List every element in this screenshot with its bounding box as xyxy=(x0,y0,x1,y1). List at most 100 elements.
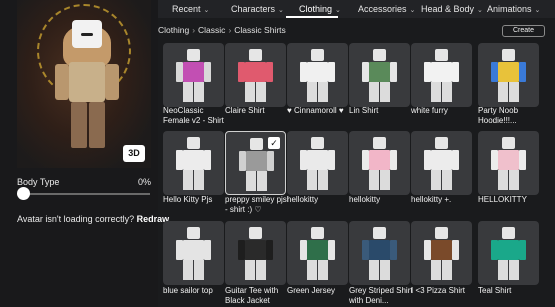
item-card[interactable] xyxy=(478,43,539,107)
item-name[interactable]: NeoClassic Female v2 - Shirt xyxy=(163,106,227,126)
figure-torso xyxy=(431,240,452,260)
item-card[interactable] xyxy=(225,43,286,107)
figure-head xyxy=(502,49,515,61)
body-type-slider-handle[interactable] xyxy=(17,187,30,200)
figure-leg xyxy=(307,82,317,102)
avatar-preview[interactable] xyxy=(17,0,151,168)
figure-head xyxy=(187,137,200,149)
item-card[interactable] xyxy=(349,43,410,107)
figure-arm xyxy=(176,240,183,260)
figure-head xyxy=(373,49,386,61)
item-name[interactable]: Green Jersey xyxy=(287,286,351,296)
figure-head xyxy=(187,227,200,239)
figure-leg xyxy=(318,260,328,280)
figure-leg xyxy=(307,170,317,190)
tab-head-body[interactable]: Head & Body ⌄ xyxy=(421,0,483,18)
figure-leg xyxy=(498,82,508,102)
item-name[interactable]: hellokitty xyxy=(287,195,351,205)
figure-head xyxy=(502,227,515,239)
figure-torso xyxy=(369,240,390,260)
tab-accessories[interactable]: Accessories ⌄ xyxy=(358,0,415,18)
tab-characters[interactable]: Characters ⌄ xyxy=(231,0,284,18)
body-type-label: Body Type xyxy=(17,177,60,187)
figure-leg xyxy=(431,260,441,280)
figure-torso xyxy=(307,62,328,82)
figure-torso xyxy=(307,150,328,170)
figure-arm xyxy=(491,150,498,170)
item-name[interactable]: Teal Shirt xyxy=(478,286,542,296)
redraw-prompt: Avatar isn't loading correctly? xyxy=(17,214,135,224)
item-card[interactable] xyxy=(163,221,224,285)
figure-leg xyxy=(498,170,508,190)
item-card[interactable] xyxy=(225,221,286,285)
chevron-right-icon: › xyxy=(192,25,196,35)
item-name[interactable]: Party Noob Hoodie!!!... xyxy=(478,106,542,126)
body-type-slider[interactable] xyxy=(20,193,150,195)
item-name[interactable]: hellokitty xyxy=(349,195,413,205)
item-card[interactable] xyxy=(411,131,472,195)
figure-arm xyxy=(519,62,526,82)
item-name[interactable]: ♥ Cinnamoroll ♥ xyxy=(287,106,351,116)
item-name[interactable]: Claire Shirt xyxy=(225,106,289,116)
figure-leg xyxy=(369,82,379,102)
item-name[interactable]: Hello Kitty Pjs xyxy=(163,195,227,205)
figure-torso xyxy=(369,150,390,170)
tab-recent[interactable]: Recent ⌄ xyxy=(172,0,209,18)
chevron-down-icon: ⌄ xyxy=(278,7,284,14)
breadcrumb-clothing[interactable]: Clothing xyxy=(158,25,189,35)
breadcrumb-classic[interactable]: Classic xyxy=(198,25,225,35)
figure-leg xyxy=(509,82,519,102)
tab-animations[interactable]: Animations ⌄ xyxy=(487,0,540,18)
item-card[interactable] xyxy=(349,131,410,195)
body-type-value: 0% xyxy=(138,177,152,187)
figure-leg xyxy=(431,82,441,102)
chevron-down-icon: ⌄ xyxy=(335,7,341,14)
view-3d-button[interactable]: 3D xyxy=(123,145,145,162)
create-button[interactable]: Create xyxy=(502,25,545,37)
item-name[interactable]: Grey Striped Shirt with Deni... xyxy=(349,286,413,306)
item-card[interactable] xyxy=(349,221,410,285)
figure-leg xyxy=(380,260,390,280)
figure-arm xyxy=(266,240,273,260)
item-card[interactable] xyxy=(411,43,472,107)
figure-arm xyxy=(239,151,246,171)
item-card[interactable] xyxy=(411,221,472,285)
item-card[interactable] xyxy=(287,43,348,107)
figure-arm xyxy=(519,240,526,260)
figure-head xyxy=(311,137,324,149)
figure-leg xyxy=(498,260,508,280)
item-name[interactable]: hellokitty +. xyxy=(411,195,475,205)
figure-arm xyxy=(204,240,211,260)
figure-leg xyxy=(245,82,255,102)
figure-arm xyxy=(300,62,307,82)
figure-leg xyxy=(246,171,256,191)
item-name[interactable]: Lin Shirt xyxy=(349,106,413,116)
item-card[interactable] xyxy=(163,131,224,195)
item-name[interactable]: preppy smiley pjsl - shirt :) ♡ xyxy=(225,195,289,215)
item-name[interactable]: HELLOKITTY xyxy=(478,195,542,205)
figure-arm xyxy=(238,240,245,260)
avatar-torso xyxy=(69,62,105,102)
figure-leg xyxy=(442,82,452,102)
figure-torso xyxy=(431,150,452,170)
item-name[interactable]: white furry xyxy=(411,106,475,116)
item-card[interactable] xyxy=(287,221,348,285)
item-card[interactable] xyxy=(287,131,348,195)
figure-torso xyxy=(246,151,267,171)
figure-torso xyxy=(498,150,519,170)
item-name[interactable]: I <3 Pizza Shirt xyxy=(411,286,475,296)
item-name[interactable]: Guitar Tee with Black Jacket xyxy=(225,286,289,306)
item-card[interactable] xyxy=(163,43,224,107)
tab-label: Head & Body xyxy=(421,4,475,14)
tab-label: Animations xyxy=(487,4,532,14)
item-name[interactable]: blue sailor top xyxy=(163,286,227,296)
figure-arm xyxy=(519,150,526,170)
figure-head xyxy=(249,49,262,61)
chevron-right-icon: › xyxy=(228,25,232,35)
tab-label: Characters xyxy=(231,4,276,14)
figure-head xyxy=(502,137,515,149)
figure-leg xyxy=(194,260,204,280)
figure-arm xyxy=(300,150,307,170)
item-card[interactable] xyxy=(478,131,539,195)
item-card[interactable] xyxy=(478,221,539,285)
